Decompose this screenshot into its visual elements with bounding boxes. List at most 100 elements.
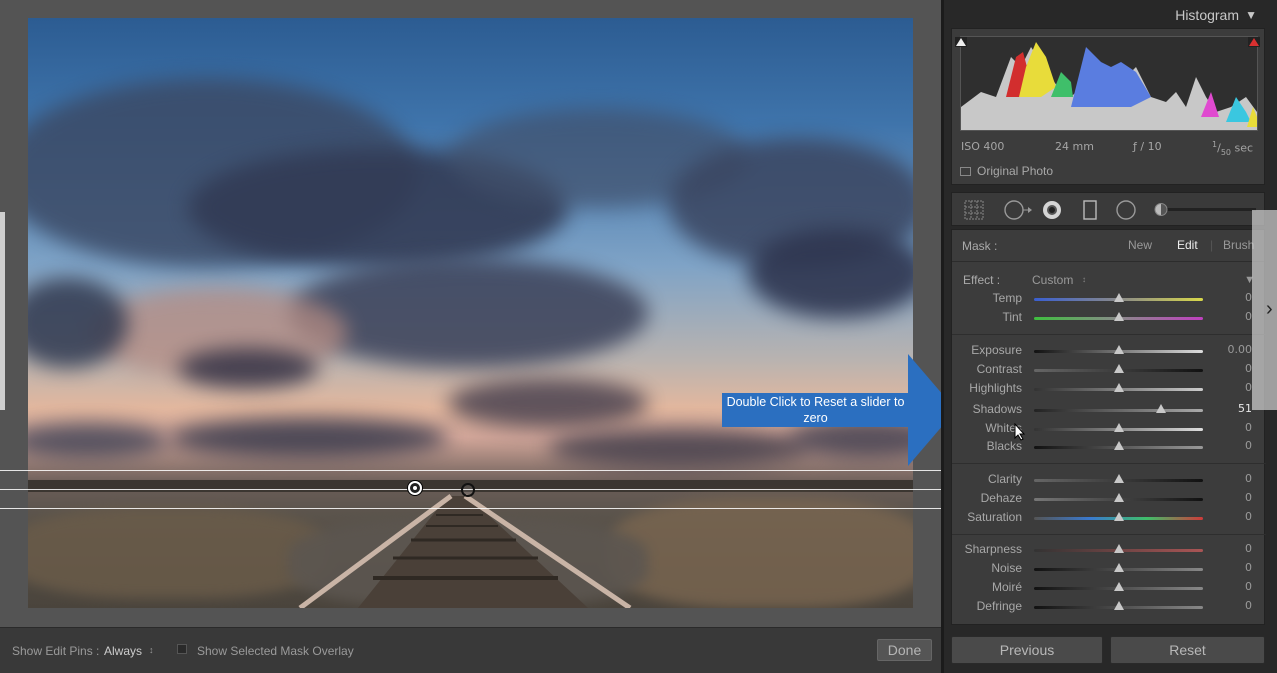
slider-thumb[interactable]	[1113, 544, 1124, 553]
slider-track[interactable]	[1034, 441, 1203, 450]
show-mask-overlay-checkbox[interactable]	[177, 644, 187, 654]
reset-button[interactable]: Reset	[1110, 636, 1265, 664]
slider-label: Exposure	[971, 343, 1022, 357]
slider-thumb[interactable]	[1113, 364, 1124, 373]
spot-icon[interactable]	[1042, 200, 1062, 220]
slider-value[interactable]: 0	[1245, 599, 1252, 612]
slider-tint[interactable]: Tint 0	[952, 308, 1266, 327]
slider-exposure[interactable]: Exposure 0.00	[952, 341, 1266, 360]
slider-thumb[interactable]	[1113, 512, 1124, 521]
slider-track[interactable]	[1034, 383, 1203, 392]
done-button[interactable]: Done	[877, 639, 932, 661]
grid-icon[interactable]	[964, 200, 984, 220]
slider-thumb[interactable]	[1113, 474, 1124, 483]
slider-whites[interactable]: Whites 0	[952, 419, 1266, 438]
slider-value[interactable]: 0	[1245, 310, 1252, 323]
mask-edit-button[interactable]: Edit	[1177, 238, 1198, 252]
slider-track[interactable]	[1034, 312, 1203, 321]
previous-button[interactable]: Previous	[951, 636, 1103, 664]
slider-value[interactable]: 0	[1245, 542, 1252, 555]
slider-moire[interactable]: Moiré 0	[952, 578, 1266, 597]
slider-blacks[interactable]: Blacks 0	[952, 437, 1266, 456]
slider-thumb[interactable]	[1113, 312, 1124, 321]
amount-slider-icon[interactable]	[1150, 201, 1258, 219]
slider-track[interactable]	[1034, 563, 1203, 572]
slider-thumb[interactable]	[1113, 601, 1124, 610]
landscape-photo[interactable]	[28, 18, 913, 608]
slider-track[interactable]	[1034, 345, 1203, 354]
slider-thumb[interactable]	[1113, 493, 1124, 502]
slider-value[interactable]: 0	[1245, 439, 1252, 452]
updown-arrows-icon[interactable]: ↕	[149, 645, 154, 655]
slider-value[interactable]: 0	[1245, 291, 1252, 304]
slider-value[interactable]: 0	[1245, 472, 1252, 485]
section-divider	[952, 334, 1266, 335]
right-panel-toggle[interactable]	[1252, 210, 1277, 410]
slider-track[interactable]	[1034, 512, 1203, 521]
slider-defringe[interactable]: Defringe 0	[952, 597, 1266, 616]
left-panel-toggle[interactable]	[0, 212, 5, 410]
slider-value[interactable]: 0	[1245, 561, 1252, 574]
slider-contrast[interactable]: Contrast 0	[952, 360, 1266, 379]
crop-icon[interactable]	[1080, 200, 1100, 220]
slider-track[interactable]	[1034, 544, 1203, 553]
circle-icon[interactable]	[1116, 200, 1136, 220]
slider-value[interactable]: 0	[1245, 491, 1252, 504]
original-photo-label[interactable]: Original Photo	[977, 164, 1053, 178]
slider-thumb[interactable]	[1155, 404, 1166, 413]
slider-value[interactable]: 0	[1245, 510, 1252, 523]
slider-track[interactable]	[1034, 423, 1203, 432]
slider-value[interactable]: 51	[1238, 402, 1252, 415]
slider-track[interactable]	[1034, 493, 1203, 502]
mask-brush-button[interactable]: Brush	[1223, 238, 1254, 252]
original-photo-checkbox[interactable]	[960, 167, 971, 176]
slider-sharpness[interactable]: Sharpness 0	[952, 540, 1266, 559]
slider-shadows[interactable]: Shadows 51	[952, 400, 1266, 419]
slider-clarity[interactable]: Clarity 0	[952, 470, 1266, 489]
slider-track[interactable]	[1034, 364, 1203, 373]
chevron-right-icon[interactable]: ›	[1266, 298, 1273, 321]
slider-track[interactable]	[1034, 293, 1203, 302]
exif-aperture: ƒ / 10	[1133, 140, 1162, 153]
slider-dehaze[interactable]: Dehaze 0	[952, 489, 1266, 508]
edit-pin[interactable]	[461, 483, 475, 497]
slider-label: Shadows	[972, 402, 1022, 416]
slider-value[interactable]: 0	[1245, 362, 1252, 375]
bottom-toolbar: Show Edit Pins : Always ↕ Show Selected …	[0, 627, 941, 673]
slider-thumb[interactable]	[1113, 441, 1124, 450]
edit-pin-selected[interactable]	[408, 481, 422, 495]
panel-collapse-icon[interactable]: ▼	[1245, 8, 1257, 22]
histogram-title[interactable]: Histogram	[1175, 7, 1239, 23]
graduated-filter-top-line[interactable]	[0, 470, 941, 471]
graduated-filter-bottom-line[interactable]	[0, 508, 941, 509]
mask-new-button[interactable]: New	[1128, 238, 1152, 252]
histogram-graph[interactable]	[960, 36, 1258, 131]
shadow-clipping-icon[interactable]	[955, 37, 967, 47]
slider-value[interactable]: 0.00	[1228, 343, 1253, 356]
slider-saturation[interactable]: Saturation 0	[952, 508, 1266, 527]
slider-temp[interactable]: Temp 0	[952, 289, 1266, 308]
show-edit-pins-select[interactable]: Always	[104, 644, 142, 658]
slider-thumb[interactable]	[1113, 423, 1124, 432]
slider-thumb[interactable]	[1113, 345, 1124, 354]
slider-value[interactable]: 0	[1245, 381, 1252, 394]
slider-thumb[interactable]	[1113, 293, 1124, 302]
slider-value[interactable]: 0	[1245, 421, 1252, 434]
effect-preset-select[interactable]: Custom	[1032, 273, 1073, 287]
slider-noise[interactable]: Noise 0	[952, 559, 1266, 578]
slider-track[interactable]	[1034, 582, 1203, 591]
slider-value[interactable]: 0	[1245, 580, 1252, 593]
slider-thumb[interactable]	[1113, 563, 1124, 572]
histogram-chart	[961, 42, 1257, 130]
slider-thumb[interactable]	[1113, 383, 1124, 392]
radial-filter-icon[interactable]	[1002, 200, 1032, 220]
updown-arrows-icon[interactable]: ↕	[1082, 275, 1086, 284]
highlight-clipping-icon[interactable]	[1248, 37, 1260, 47]
slider-track[interactable]	[1034, 404, 1203, 413]
slider-highlights[interactable]: Highlights 0	[952, 379, 1266, 398]
slider-thumb[interactable]	[1113, 582, 1124, 591]
slider-track[interactable]	[1034, 474, 1203, 483]
histogram-panel: ISO 400 24 mm ƒ / 10 1/50 sec Original P…	[951, 28, 1265, 185]
slider-track[interactable]	[1034, 601, 1203, 610]
show-mask-overlay-label[interactable]: Show Selected Mask Overlay	[197, 644, 354, 658]
